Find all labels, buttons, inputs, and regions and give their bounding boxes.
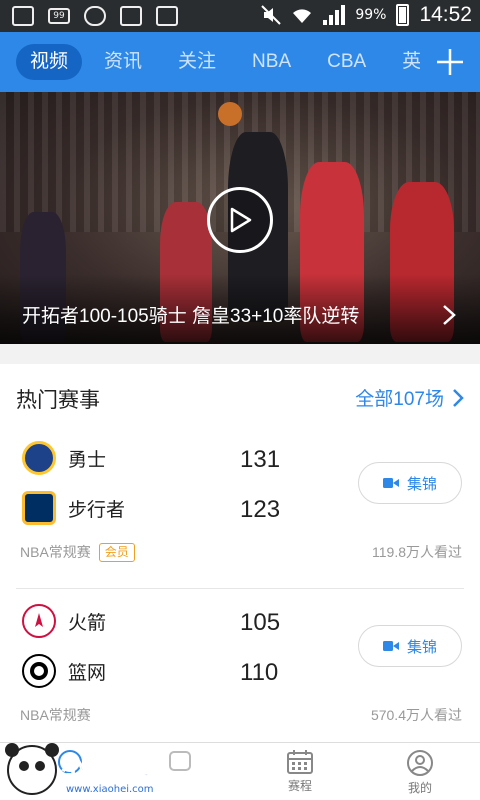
team-row: 勇士 <box>22 438 106 478</box>
plus-icon <box>437 49 463 75</box>
team-score: 105 <box>240 609 281 636</box>
nav-label: 赛程 <box>287 779 312 793</box>
chevron-right-icon[interactable] <box>442 304 456 326</box>
video-camera-icon <box>382 641 399 651</box>
basketball <box>218 102 242 126</box>
play-icon <box>230 207 252 233</box>
highlights-button[interactable]: 集锦 <box>358 462 462 504</box>
all-games-label: 全部107场 <box>355 389 444 410</box>
watermark-brand: 小黑游戏 <box>62 754 150 780</box>
video-caption: 开拓者100-105骑士 詹皇33+10率队逆转 <box>22 306 360 327</box>
document-icon <box>120 6 142 26</box>
team-score: 110 <box>240 659 279 686</box>
vip-badge: 会员 <box>98 542 135 562</box>
highlights-label: 集锦 <box>406 475 437 493</box>
nav-label: 我的 <box>407 781 432 795</box>
pacers-logo-icon <box>22 491 56 525</box>
tab-news[interactable]: 资讯 <box>86 44 160 80</box>
battery-percent: 99% <box>355 7 387 23</box>
league-name: NBA常规赛 <box>20 544 91 560</box>
cloud-icon <box>84 6 106 26</box>
warriors-logo-icon <box>22 441 56 475</box>
view-count: 570.4万人看过 <box>370 707 462 723</box>
rockets-logo-icon <box>22 604 56 638</box>
add-channel-button[interactable] <box>420 32 480 92</box>
all-games-link[interactable]: 全部107场 <box>355 384 464 411</box>
watermark-url: www.xiaohei.com <box>66 784 154 795</box>
team-score: 123 <box>240 496 281 523</box>
team-score: 131 <box>240 446 281 473</box>
wifi-icon <box>293 9 312 23</box>
league-info: NBA常规赛 会员 <box>20 542 135 562</box>
tab-following[interactable]: 关注 <box>160 44 234 80</box>
tab-nba[interactable]: NBA <box>234 44 309 80</box>
status-bar: 99 99% 14:52 <box>0 0 480 32</box>
team-row: 步行者 <box>22 488 125 528</box>
match-item[interactable]: 火箭 105 篮网 110 集锦 NBA常规赛 570.4万人看过 <box>16 597 464 752</box>
highlights-button[interactable]: 集锦 <box>358 625 462 667</box>
chevron-right-icon <box>453 388 464 407</box>
signal-icon <box>323 5 346 25</box>
hot-games-card: 热门赛事 全部107场 勇士 131 步行者 123 集锦 NBA常规赛 会员 … <box>0 364 480 754</box>
team-name: 火箭 <box>68 612 107 634</box>
league-info: NBA常规赛 <box>20 705 91 725</box>
video-camera-icon <box>382 478 399 488</box>
tab-list: 视频 资讯 关注 NBA CBA 英 <box>16 32 439 92</box>
view-count: 119.8万人看过 <box>372 544 462 560</box>
watermark-logo: 小黑游戏 www.xiaohei.com <box>5 743 154 795</box>
play-button[interactable] <box>207 187 273 253</box>
team-row: 篮网 <box>22 651 106 691</box>
nav-profile[interactable]: 我的 <box>380 749 460 796</box>
section-title: 热门赛事 <box>16 389 100 412</box>
match-item[interactable]: 勇士 131 步行者 123 集锦 NBA常规赛 会员 119.8万人看过 <box>16 434 464 589</box>
clock: 14:52 <box>419 3 472 26</box>
featured-video[interactable]: 开拓者100-105骑士 詹皇33+10率队逆转 <box>0 92 480 344</box>
download-notification-icon-2 <box>156 6 178 26</box>
message-count-icon: 99 <box>48 8 70 24</box>
team-name: 步行者 <box>68 499 126 521</box>
highlights-label: 集锦 <box>406 638 437 656</box>
notification-count: 99 <box>53 11 65 21</box>
mute-icon <box>261 5 282 25</box>
battery-icon <box>396 4 410 26</box>
tab-cba[interactable]: CBA <box>309 44 384 80</box>
download-notification-icon <box>12 6 34 26</box>
team-name: 勇士 <box>68 449 107 471</box>
top-tab-bar: 视频 资讯 关注 NBA CBA 英 <box>0 32 480 92</box>
profile-icon <box>407 750 433 776</box>
team-row: 火箭 <box>22 601 106 641</box>
tab-video[interactable]: 视频 <box>16 44 83 80</box>
nets-logo-icon <box>22 654 56 688</box>
team-name: 篮网 <box>68 662 107 684</box>
league-name: NBA常规赛 <box>20 707 91 723</box>
nav-schedule[interactable]: 赛程 <box>260 749 340 794</box>
calendar-icon <box>287 750 313 774</box>
